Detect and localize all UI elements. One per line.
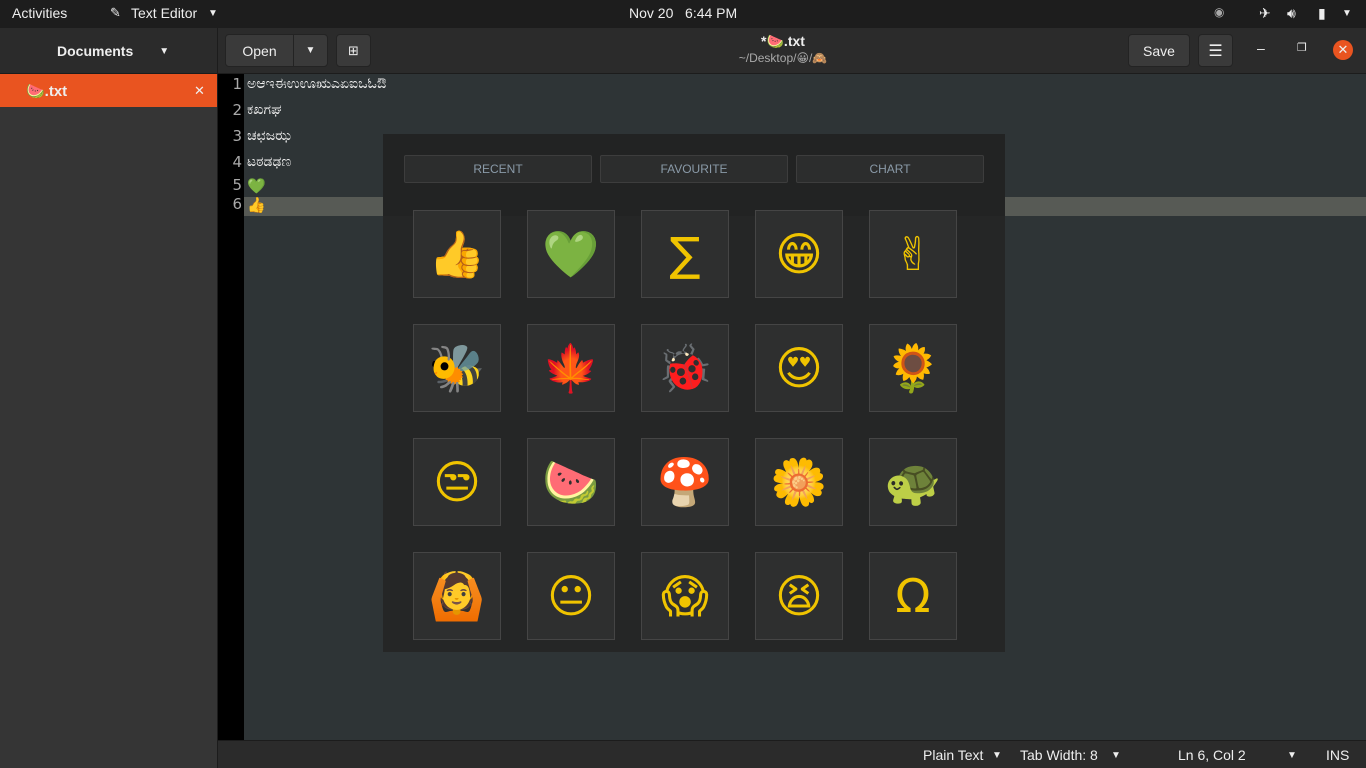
clock[interactable]: Nov 20 6:44 PM bbox=[629, 5, 737, 21]
new-tab-icon[interactable]: ⊞ bbox=[336, 34, 371, 67]
emoji-cell[interactable]: 😫︎ bbox=[755, 552, 843, 640]
emoji-picker-tabs: RECENT FAVOURITE CHART bbox=[383, 134, 1005, 216]
document-title: *🍉.txt bbox=[761, 33, 805, 49]
emoji-cell[interactable]: 🐢 bbox=[869, 438, 957, 526]
battery-icon[interactable]: ▮ bbox=[1318, 5, 1326, 22]
tab-recent[interactable]: RECENT bbox=[404, 155, 592, 183]
emoji-cell[interactable]: 🌻 bbox=[869, 324, 957, 412]
emoji-cell[interactable]: 🍁 bbox=[527, 324, 615, 412]
emoji-cell[interactable]: ✌︎ bbox=[869, 210, 957, 298]
document-path: ~/Desktop/😀/🙈 bbox=[738, 51, 828, 65]
open-recent-dropdown-icon[interactable]: ▼ bbox=[293, 34, 328, 67]
emoji-cell[interactable]: 😐︎ bbox=[527, 552, 615, 640]
line-number: 4 bbox=[232, 153, 242, 171]
minimize-icon[interactable]: – bbox=[1257, 40, 1265, 56]
line-number: 1 bbox=[232, 75, 242, 93]
emoji-cell[interactable]: 👍 bbox=[413, 210, 501, 298]
close-document-icon[interactable]: ✕ bbox=[194, 83, 205, 99]
airplane-icon[interactable]: ✈ bbox=[1259, 5, 1271, 22]
emoji-picker: RECENT FAVOURITE CHART 👍 💚 ∑︎ 😁︎ ✌︎ 🐝 🍁 🐞 😍︎ 🌻 😒︎ 🍉… bbox=[383, 134, 1005, 652]
maximize-icon[interactable]: ❐ bbox=[1297, 41, 1307, 54]
hamburger-menu-icon[interactable]: ☰ bbox=[1198, 34, 1233, 67]
documents-sidebar bbox=[0, 74, 218, 768]
emoji-cell[interactable]: 😍︎ bbox=[755, 324, 843, 412]
line-number: 3 bbox=[232, 127, 242, 145]
emoji-cell[interactable]: 😒︎ bbox=[413, 438, 501, 526]
line-number: 2 bbox=[232, 101, 242, 119]
emoji-cell[interactable]: Ω︎ bbox=[869, 552, 957, 640]
text-line[interactable]: ಚಛಜಝ bbox=[247, 128, 291, 144]
chevron-down-icon[interactable]: ▼ bbox=[1287, 750, 1297, 761]
cursor-position[interactable]: Ln 6, Col 2 bbox=[1178, 747, 1246, 763]
text-line[interactable]: 💚 bbox=[247, 177, 266, 195]
text-editor-app-icon: ✎ bbox=[110, 5, 121, 20]
activities-button[interactable]: Activities bbox=[12, 5, 67, 21]
emoji-cell[interactable]: 💚 bbox=[527, 210, 615, 298]
emoji-cell[interactable]: 🐝 bbox=[413, 324, 501, 412]
tab-width-selector[interactable]: Tab Width: 8 bbox=[1020, 747, 1098, 763]
emoji-cell[interactable]: 🙆 bbox=[413, 552, 501, 640]
emoji-cell[interactable]: 🍉 bbox=[527, 438, 615, 526]
document-name: 🍉.txt bbox=[26, 82, 68, 100]
chevron-down-icon[interactable]: ▼ bbox=[992, 750, 1002, 761]
text-line[interactable]: ಟಠಡಢಣ bbox=[247, 154, 291, 170]
emoji-cell[interactable]: 🌼 bbox=[755, 438, 843, 526]
tab-chart[interactable]: CHART bbox=[796, 155, 984, 183]
header-bar: Documents ▼ Open ▼ ⊞ *🍉.txt ~/Desktop/😀/… bbox=[0, 28, 1366, 74]
text-line[interactable]: ಕಖಗಘ bbox=[247, 102, 282, 118]
close-window-icon[interactable]: ✕ bbox=[1333, 40, 1353, 60]
emoji-cell[interactable]: 😱︎ bbox=[641, 552, 729, 640]
status-bar: Plain Text ▼ Tab Width: 8 ▼ Ln 6, Col 2 … bbox=[218, 740, 1366, 768]
system-menu-chevron-icon[interactable]: ▼ bbox=[1342, 8, 1352, 19]
text-line[interactable]: 👍 bbox=[247, 196, 266, 214]
emoji-cell[interactable]: 🍄 bbox=[641, 438, 729, 526]
open-button[interactable]: Open bbox=[225, 34, 294, 67]
top-bar: Activities ✎ Text Editor ▼ Nov 20 6:44 P… bbox=[0, 0, 1366, 28]
document-item[interactable]: 🍉.txt ✕ bbox=[0, 74, 217, 107]
keyboard-indicator-icon[interactable]: ◉ bbox=[1214, 5, 1224, 19]
line-number: 5 bbox=[232, 176, 242, 194]
documents-title[interactable]: Documents bbox=[57, 43, 133, 59]
save-button[interactable]: Save bbox=[1128, 34, 1190, 67]
emoji-cell[interactable]: 🐞 bbox=[641, 324, 729, 412]
line-number: 6 bbox=[232, 195, 242, 213]
volume-icon[interactable]: 🔊︎ bbox=[1287, 5, 1296, 22]
app-menu[interactable]: Text Editor bbox=[131, 5, 197, 21]
text-line[interactable]: ಅಆಇಈಉಊಋಎಏಐಒಓಔ bbox=[247, 76, 386, 92]
line-number-gutter bbox=[218, 74, 244, 740]
tab-favourite[interactable]: FAVOURITE bbox=[600, 155, 788, 183]
chevron-down-icon[interactable]: ▼ bbox=[1111, 750, 1121, 761]
chevron-down-icon: ▼ bbox=[208, 8, 218, 19]
emoji-cell[interactable]: ∑︎ bbox=[641, 210, 729, 298]
insert-mode: INS bbox=[1326, 747, 1350, 763]
language-selector[interactable]: Plain Text bbox=[923, 747, 983, 763]
chevron-down-icon[interactable]: ▼ bbox=[159, 46, 169, 57]
emoji-cell[interactable]: 😁︎ bbox=[755, 210, 843, 298]
